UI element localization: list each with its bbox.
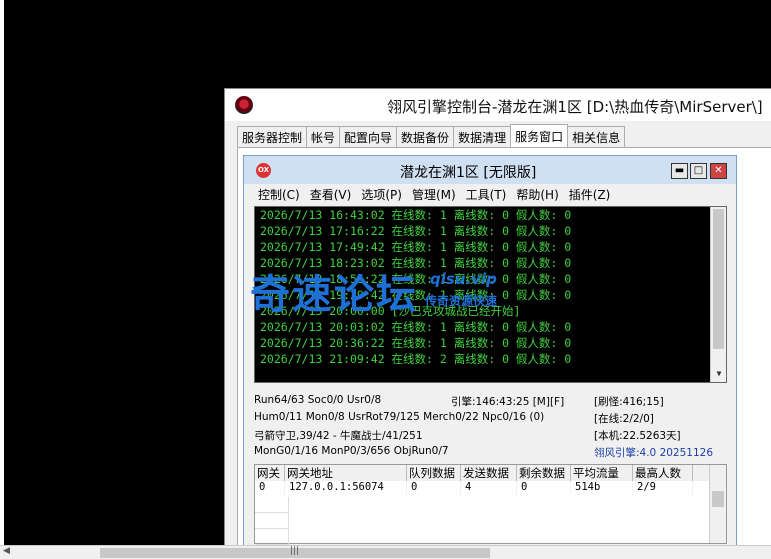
status-spawn: [刷怪:416;15]	[594, 396, 664, 408]
left-edge-strip	[0, 0, 4, 559]
gateway-table-header: 网关 网关地址 队列数据 发送数据 剩余数据 平均流量 最高人数	[255, 465, 726, 481]
cell-address: 127.0.0.1:56074	[285, 481, 407, 497]
tab-data-backup[interactable]: 数据备份	[396, 126, 455, 147]
status-online: [在线:2/2/0]	[594, 413, 654, 425]
cell-max-users: 2/9	[633, 481, 693, 497]
menu-control[interactable]: 控制(C)	[258, 186, 300, 203]
log-line: 2026/7/13 21:09:42 在线数: 2 离线数: 0 假人数: 0	[260, 352, 572, 366]
cell-remaining: 0	[517, 481, 571, 497]
close-icon[interactable]: ✕	[710, 163, 727, 179]
table-scroll-thumb[interactable]	[712, 491, 724, 507]
scroll-down-icon[interactable]: ▼	[711, 366, 727, 382]
status-panel: Run64/63 Soc0/0 Usr0/8 引擎:146:43:25 [M][…	[254, 392, 727, 462]
table-empty-rows	[255, 497, 289, 545]
scroll-left-icon[interactable]: ◀	[3, 546, 10, 556]
watermark-site: qisu.vip	[430, 270, 497, 288]
watermark-logo-text: 奇速论坛	[250, 272, 418, 318]
status-mong: MonG0/1/16 MonP0/3/656 ObjRun0/7	[254, 445, 449, 457]
tab-account[interactable]: 帐号	[306, 126, 341, 147]
col-remaining-data[interactable]: 剩余数据	[517, 465, 571, 481]
menu-plugins[interactable]: 插件(Z)	[569, 186, 611, 203]
status-hum: Hum0/11 Mon0/8 UsrRot79/125 Merch0/22 Np…	[254, 411, 545, 423]
menu-options[interactable]: 选项(P)	[361, 186, 402, 203]
cell-send: 4	[461, 481, 517, 497]
minimize-icon[interactable]: ▬	[671, 163, 688, 179]
tab-data-cleanup[interactable]: 数据清理	[453, 126, 512, 147]
status-local: [本机:22.5263天]	[594, 430, 681, 442]
col-gateway-address[interactable]: 网关地址	[285, 465, 407, 481]
empty-row	[255, 529, 289, 545]
tab-config-wizard[interactable]: 配置向导	[339, 126, 398, 147]
watermark-subtitle: 传奇资源快速	[425, 294, 498, 308]
menu-tools[interactable]: 工具(T)	[466, 186, 507, 203]
horizontal-scrollbar[interactable]: ◀ |||	[0, 545, 771, 559]
log-scrollbar[interactable]: ▼	[710, 207, 726, 382]
col-send-data[interactable]: 发送数据	[461, 465, 517, 481]
tab-strip: 服务器控制 帐号 配置向导 数据备份 数据清理 服务窗口 相关信息	[237, 124, 626, 148]
cell-queue: 0	[407, 481, 461, 497]
console-title: 翎风引擎控制台-潜龙在渊1区 [D:\热血传奇\MirServer\]	[387, 98, 763, 116]
status-run: Run64/63 Soc0/0 Usr0/8	[254, 394, 382, 406]
app-logo-icon	[235, 96, 253, 114]
log-line: 2026/7/13 17:16:22 在线数: 1 离线数: 0 假人数: 0	[260, 224, 572, 238]
col-avg-traffic[interactable]: 平均流量	[571, 465, 633, 481]
log-line: 2026/7/13 16:43:02 在线数: 1 离线数: 0 假人数: 0	[260, 208, 572, 222]
maximize-icon[interactable]: □	[690, 163, 707, 179]
console-titlebar[interactable]: 翎风引擎控制台-潜龙在渊1区 [D:\热血传奇\MirServer\]	[225, 89, 771, 121]
server-window-titlebar[interactable]: OX 潜龙在渊1区 [无限版] ▬ □ ✕	[244, 156, 736, 184]
tab-related-info[interactable]: 相关信息	[567, 126, 626, 147]
status-engine-uptime: 引擎:146:43:25 [M][F]	[451, 396, 565, 408]
game-server-window: OX 潜龙在渊1区 [无限版] ▬ □ ✕ 控制(C) 查看(V) 选项(P) …	[243, 155, 737, 546]
log-line: 2026/7/13 20:36:22 在线数: 1 离线数: 0 假人数: 0	[260, 336, 572, 350]
table-scrollbar[interactable]	[709, 465, 726, 543]
log-line: 2026/7/13 17:49:42 在线数: 1 离线数: 0 假人数: 0	[260, 240, 572, 254]
cell-avg-traffic: 514b	[571, 481, 633, 497]
menu-manage[interactable]: 管理(M)	[412, 186, 456, 203]
scroll-grip-icon: |||	[290, 546, 300, 556]
cell-gateway: 0	[255, 481, 285, 497]
log-line: 2026/7/13 20:03:02 在线数: 1 离线数: 0 假人数: 0	[260, 320, 572, 334]
col-gateway[interactable]: 网关	[255, 465, 285, 481]
tab-server-control[interactable]: 服务器控制	[237, 126, 308, 147]
empty-row	[255, 513, 289, 529]
status-engine-version: 翎风引擎:4.0 20251126	[594, 447, 714, 459]
empty-row	[255, 497, 289, 513]
table-row[interactable]: 0 127.0.0.1:56074 0 4 0 514b 2/9	[255, 481, 726, 497]
menu-view[interactable]: 查看(V)	[310, 186, 352, 203]
gateway-table[interactable]: 网关 网关地址 队列数据 发送数据 剩余数据 平均流量 最高人数 0 127.0…	[254, 464, 727, 545]
menu-help[interactable]: 帮助(H)	[516, 186, 558, 203]
tab-service-window[interactable]: 服务窗口	[510, 124, 569, 147]
status-monster: 弓箭守卫,39/42 - 牛魔战士/41/251	[254, 430, 423, 442]
col-queue-data[interactable]: 队列数据	[407, 465, 461, 481]
col-max-users[interactable]: 最高人数	[633, 465, 693, 481]
server-logo-icon: OX	[256, 163, 271, 178]
menu-bar: 控制(C) 查看(V) 选项(P) 管理(M) 工具(T) 帮助(H) 插件(Z…	[244, 184, 736, 205]
log-scroll-thumb[interactable]	[713, 209, 724, 349]
server-window-title: 潜龙在渊1区 [无限版]	[400, 165, 537, 181]
